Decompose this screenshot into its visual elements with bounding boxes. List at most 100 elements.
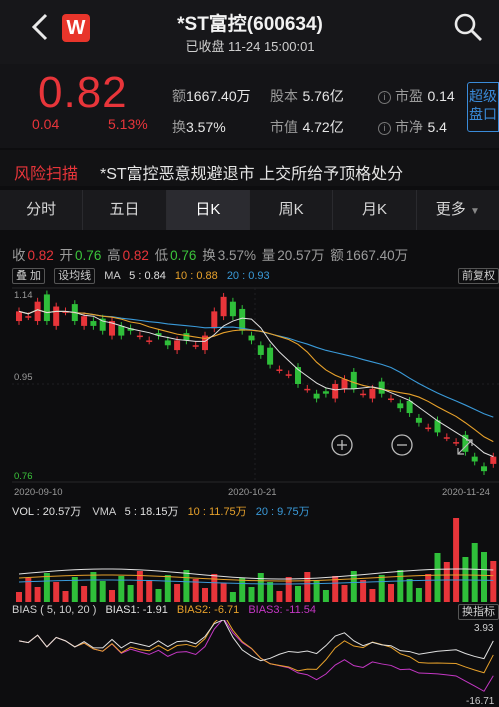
tab-monthly-k[interactable]: 月K xyxy=(333,190,417,230)
date-label-mid: 2020-10-21 xyxy=(228,487,277,498)
volume-bar xyxy=(53,582,60,602)
vma10-value: 10 : 11.75万 xyxy=(187,506,247,518)
candle-body xyxy=(164,340,171,346)
volume-bar xyxy=(81,586,88,602)
candle-body xyxy=(16,311,22,322)
high-value: 0.82 xyxy=(122,248,149,263)
zoom-in-icon[interactable] xyxy=(331,434,353,456)
risk-news-text[interactable]: *ST富控恶意规避退市 上交所给予顶格处分 xyxy=(100,160,403,184)
tab-intraday[interactable]: 分时 xyxy=(0,190,84,230)
candle-body xyxy=(425,427,432,430)
adjust-forward-button[interactable]: 前复权 xyxy=(458,268,499,284)
ma20-value: 20 : 0.93 xyxy=(226,270,270,282)
info-icon: i xyxy=(378,91,391,104)
price-change-pct: 5.13% xyxy=(108,116,148,132)
period-tabs: 分时 五日 日K 周K 月K 更多 ▼ xyxy=(0,190,499,230)
ma10-line xyxy=(18,309,494,443)
tab-daily-k[interactable]: 日K xyxy=(166,190,250,230)
pb-stat[interactable]: i 市净 5.4 xyxy=(378,117,447,137)
info-icon: i xyxy=(378,122,391,135)
tab-weekly-k[interactable]: 周K xyxy=(250,190,334,230)
switch-indicator-button[interactable]: 换指标 xyxy=(458,604,499,620)
candle-body xyxy=(81,316,88,326)
pe-label: 市盈 xyxy=(395,88,423,104)
volume-bar xyxy=(239,578,246,602)
volume-bar xyxy=(127,585,134,602)
volume-bar xyxy=(248,587,255,602)
y-max-label: 1.14 xyxy=(14,290,33,301)
pb-value: 5.4 xyxy=(427,119,447,135)
candle-body xyxy=(34,301,41,322)
overlay-button[interactable]: 叠 加 xyxy=(12,268,46,284)
candle-body xyxy=(322,391,329,394)
volume-bar xyxy=(183,570,190,602)
candle-body xyxy=(490,456,497,464)
volume-bar xyxy=(425,574,432,602)
volume-bar xyxy=(109,590,115,602)
search-icon[interactable] xyxy=(452,11,484,43)
market-status: 已收盘 11-24 15:00:01 xyxy=(185,39,315,54)
volume-bar xyxy=(471,543,478,602)
tab-more-label: 更多 xyxy=(435,201,466,218)
candle-body xyxy=(481,466,487,472)
volume-chart xyxy=(16,518,497,602)
capital-label: 股本 xyxy=(270,88,298,104)
amount-value: 1667.40万 xyxy=(186,88,251,104)
bias2-value: BIAS2: -6.71 xyxy=(176,604,240,616)
volume-bar xyxy=(43,573,50,602)
tab-five-day[interactable]: 五日 xyxy=(83,190,167,230)
tab-more[interactable]: 更多 ▼ xyxy=(417,190,499,230)
candle-body xyxy=(397,403,404,409)
volume-bar xyxy=(211,574,218,602)
candle-body xyxy=(43,294,50,322)
mktcap-value: 4.72亿 xyxy=(302,119,344,135)
vol-value: 20.57万 xyxy=(277,248,325,263)
volume-bar xyxy=(229,592,236,602)
capital-value: 5.76亿 xyxy=(302,88,344,104)
volume-bar xyxy=(276,591,283,602)
volume-bar xyxy=(174,584,181,602)
volume-bar xyxy=(257,573,264,602)
candle-body xyxy=(118,325,125,336)
volume-bar xyxy=(99,581,106,602)
candle-body xyxy=(453,442,460,444)
candle-body xyxy=(90,321,97,326)
volume-bar xyxy=(267,582,274,602)
bias2-line xyxy=(18,620,494,674)
zoom-out-icon[interactable] xyxy=(391,434,413,456)
candle-body xyxy=(341,379,348,389)
turnover-value: 3.57% xyxy=(186,119,226,135)
turn-value: 3.57% xyxy=(217,248,256,263)
ma5-line xyxy=(18,309,494,458)
volume-bar xyxy=(406,579,413,602)
candle-body xyxy=(146,340,153,342)
candle-body xyxy=(257,345,264,355)
candle-body xyxy=(229,301,236,317)
volume-bar xyxy=(490,561,497,602)
volume-bar xyxy=(341,585,348,602)
candle-body xyxy=(136,335,143,338)
volume-bar xyxy=(388,584,394,602)
turn-label: 换 xyxy=(202,248,216,263)
candle-body xyxy=(406,400,413,414)
volume-bar xyxy=(62,591,69,602)
set-ma-button[interactable]: 设均线 xyxy=(54,268,96,284)
bias-legend: BIAS ( 5, 10, 20 ) BIAS1: -1.91 BIAS2: -… xyxy=(12,604,316,616)
volume-bar xyxy=(369,589,376,602)
vma-label: VMA xyxy=(92,506,116,518)
candle-body xyxy=(313,393,320,399)
candle-body xyxy=(248,335,255,341)
volume-bar xyxy=(434,553,441,602)
pe-stat[interactable]: i 市盈 0.14 xyxy=(378,86,455,106)
current-price: 0.82 xyxy=(38,68,128,117)
mktcap-stat: 市值 4.72亿 xyxy=(270,117,344,137)
super-orderbook-button[interactable]: 超级盘口 xyxy=(467,82,499,132)
chevron-left-icon[interactable] xyxy=(28,12,54,42)
volume-bar xyxy=(378,575,385,602)
amount-label: 额 xyxy=(172,88,186,104)
low-label: 低 xyxy=(154,248,169,263)
kline-chart[interactable]: 1.14 0.95 0.76 2020-09-10 2020-10-21 202… xyxy=(0,284,499,504)
date-label-end: 2020-11-24 xyxy=(442,487,490,498)
vol-label: 量 xyxy=(261,248,276,263)
price-change: 0.04 xyxy=(32,116,60,132)
